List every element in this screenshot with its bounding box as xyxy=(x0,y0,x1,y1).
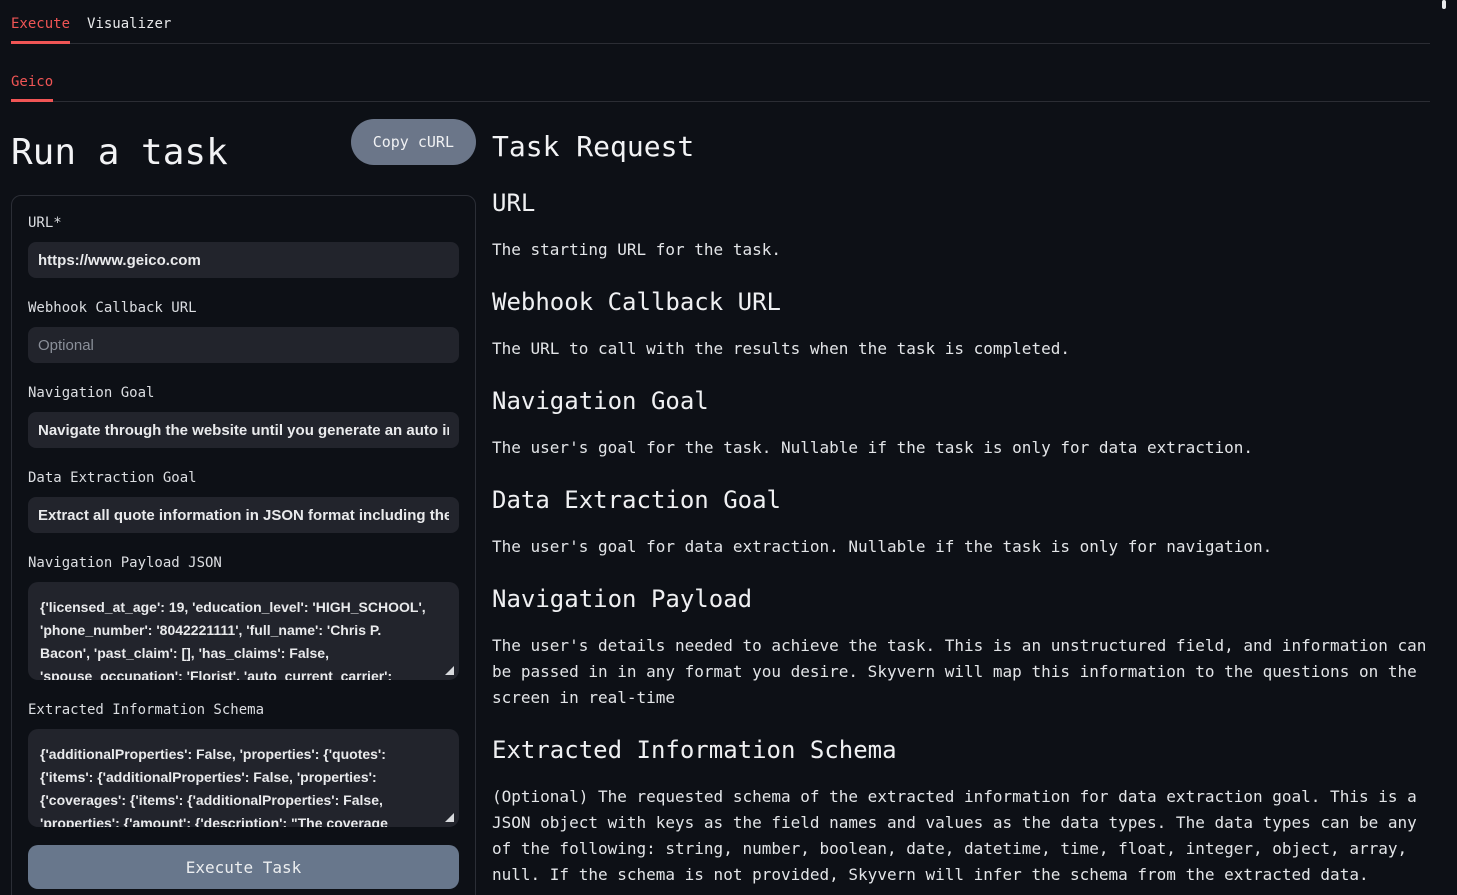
task-form-panel: Run a task Copy cURL URL* Webhook Callba… xyxy=(11,102,476,895)
page-title: Run a task xyxy=(11,133,228,173)
tab-visualizer[interactable]: Visualizer xyxy=(87,17,171,44)
navigation-payload-label: Navigation Payload JSON xyxy=(28,556,459,570)
field-webhook: Webhook Callback URL xyxy=(28,301,459,363)
doc-body-webhook: The URL to call with the results when th… xyxy=(492,336,1430,362)
navigation-payload-textarea[interactable]: {'licensed_at_age': 19, 'education_level… xyxy=(28,582,459,680)
scrollbar-thumb[interactable] xyxy=(1442,0,1446,9)
resize-handle-icon[interactable] xyxy=(445,666,454,675)
execute-task-button[interactable]: Execute Task xyxy=(28,845,459,889)
task-request-docs-panel: Task Request URL The starting URL for th… xyxy=(492,102,1430,888)
docs-title: Task Request xyxy=(492,130,1430,164)
doc-heading-url: URL xyxy=(492,189,1430,218)
doc-heading-webhook: Webhook Callback URL xyxy=(492,288,1430,317)
field-data-extraction-goal: Data Extraction Goal xyxy=(28,471,459,533)
doc-body-navigation-goal: The user's goal for the task. Nullable i… xyxy=(492,435,1430,461)
copy-curl-button[interactable]: Copy cURL xyxy=(351,119,476,165)
tab-execute[interactable]: Execute xyxy=(11,17,70,44)
task-form-card: URL* Webhook Callback URL Navigation Goa… xyxy=(11,195,476,895)
field-navigation-goal: Navigation Goal xyxy=(28,386,459,448)
navigation-goal-label: Navigation Goal xyxy=(28,386,459,400)
field-extracted-schema: Extracted Information Schema {'additiona… xyxy=(28,703,459,827)
webhook-label: Webhook Callback URL xyxy=(28,301,459,315)
data-extraction-goal-input[interactable] xyxy=(28,497,459,533)
navigation-goal-input[interactable] xyxy=(28,412,459,448)
field-navigation-payload: Navigation Payload JSON {'licensed_at_ag… xyxy=(28,556,459,680)
field-url: URL* xyxy=(28,216,459,278)
doc-body-navigation-payload: The user's details needed to achieve the… xyxy=(492,633,1430,711)
webhook-input[interactable] xyxy=(28,327,459,363)
subtab-geico[interactable]: Geico xyxy=(11,75,53,102)
doc-body-data-extraction-goal: The user's goal for data extraction. Nul… xyxy=(492,534,1430,560)
navigation-payload-wrap: {'licensed_at_age': 19, 'education_level… xyxy=(28,582,459,680)
doc-heading-navigation-goal: Navigation Goal xyxy=(492,387,1430,416)
url-label: URL* xyxy=(28,216,459,230)
data-extraction-goal-label: Data Extraction Goal xyxy=(28,471,459,485)
doc-body-extracted-schema: (Optional) The requested schema of the e… xyxy=(492,784,1430,888)
doc-body-url: The starting URL for the task. xyxy=(492,237,1430,263)
doc-heading-navigation-payload: Navigation Payload xyxy=(492,585,1430,614)
extracted-schema-wrap: {'additionalProperties': False, 'propert… xyxy=(28,729,459,827)
doc-heading-data-extraction-goal: Data Extraction Goal xyxy=(492,486,1430,515)
main-tabbar: Execute Visualizer xyxy=(11,0,1430,44)
resize-handle-icon[interactable] xyxy=(445,813,454,822)
sub-tabbar: Geico xyxy=(11,44,1430,102)
extracted-schema-textarea[interactable]: {'additionalProperties': False, 'propert… xyxy=(28,729,459,827)
url-input[interactable] xyxy=(28,242,459,278)
extracted-schema-label: Extracted Information Schema xyxy=(28,703,459,717)
page: Execute Visualizer Geico Run a task Copy… xyxy=(0,0,1457,895)
doc-heading-extracted-schema: Extracted Information Schema xyxy=(492,736,1430,765)
main-content: Run a task Copy cURL URL* Webhook Callba… xyxy=(11,102,1430,895)
form-header: Run a task Copy cURL xyxy=(11,119,476,173)
